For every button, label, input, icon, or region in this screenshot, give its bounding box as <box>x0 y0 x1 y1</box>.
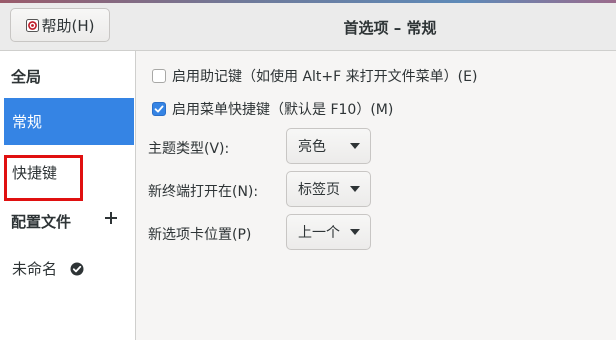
help-icon <box>25 18 39 32</box>
mnemonics-checkbox[interactable] <box>152 69 166 83</box>
sidebar-item-shortcuts[interactable]: 快捷键 <box>4 149 134 196</box>
sidebar: 全局 常规 快捷键 配置文件 未命名 <box>0 51 136 340</box>
sidebar-item-label: 快捷键 <box>12 164 58 182</box>
general-settings-panel: 启用助记键（如使用 Alt+F 来打开文件菜单）(E) 启用菜单快捷键（默认是 … <box>136 51 616 340</box>
menu-accel-checkbox-row[interactable]: 启用菜单快捷键（默认是 F10）(M) <box>152 99 393 119</box>
chevron-down-icon <box>350 229 360 235</box>
chevron-down-icon <box>350 143 360 149</box>
tab-position-label: 新选项卡位置(P) <box>148 227 252 243</box>
new-terminal-mode-label: 新终端打开在(N): <box>148 184 259 200</box>
tab-position-value: 上一个 <box>298 225 340 241</box>
sidebar-item-general[interactable]: 常规 <box>4 98 134 145</box>
headerbar: 帮助(H) 首选项 – 常规 <box>0 3 616 51</box>
mnemonics-checkbox-row[interactable]: 启用助记键（如使用 Alt+F 来打开文件菜单）(E) <box>152 66 477 86</box>
add-profile-icon[interactable] <box>104 211 118 225</box>
mnemonics-label: 启用助记键（如使用 Alt+F 来打开文件菜单）(E) <box>172 69 478 85</box>
theme-variant-dropdown[interactable]: 亮色 <box>286 128 371 164</box>
theme-variant-label: 主题类型(V): <box>148 141 230 157</box>
help-button[interactable]: 帮助(H) <box>10 8 110 42</box>
menu-accel-label: 启用菜单快捷键（默认是 F10）(M) <box>172 102 394 118</box>
checkmark-icon <box>154 105 164 113</box>
preferences-window: 帮助(H) 首选项 – 常规 全局 常规 快捷键 配置文件 未命名 启用助记键（… <box>0 0 616 340</box>
new-terminal-mode-value: 标签页 <box>298 182 340 198</box>
menu-accel-checkbox[interactable] <box>152 102 166 116</box>
default-profile-check-icon <box>70 262 84 276</box>
window-title: 首选项 – 常规 <box>343 19 437 37</box>
profile-item-label: 未命名 <box>12 260 58 278</box>
new-terminal-mode-dropdown[interactable]: 标签页 <box>286 171 371 207</box>
profile-item-unnamed[interactable]: 未命名 <box>4 245 134 292</box>
sidebar-item-label: 常规 <box>12 113 43 131</box>
chevron-down-icon <box>350 186 360 192</box>
theme-variant-value: 亮色 <box>298 139 326 155</box>
help-button-label: 帮助(H) <box>41 16 95 35</box>
sidebar-header-profiles: 配置文件 <box>11 213 72 231</box>
sidebar-header-global: 全局 <box>11 68 42 86</box>
tab-position-dropdown[interactable]: 上一个 <box>286 214 371 250</box>
